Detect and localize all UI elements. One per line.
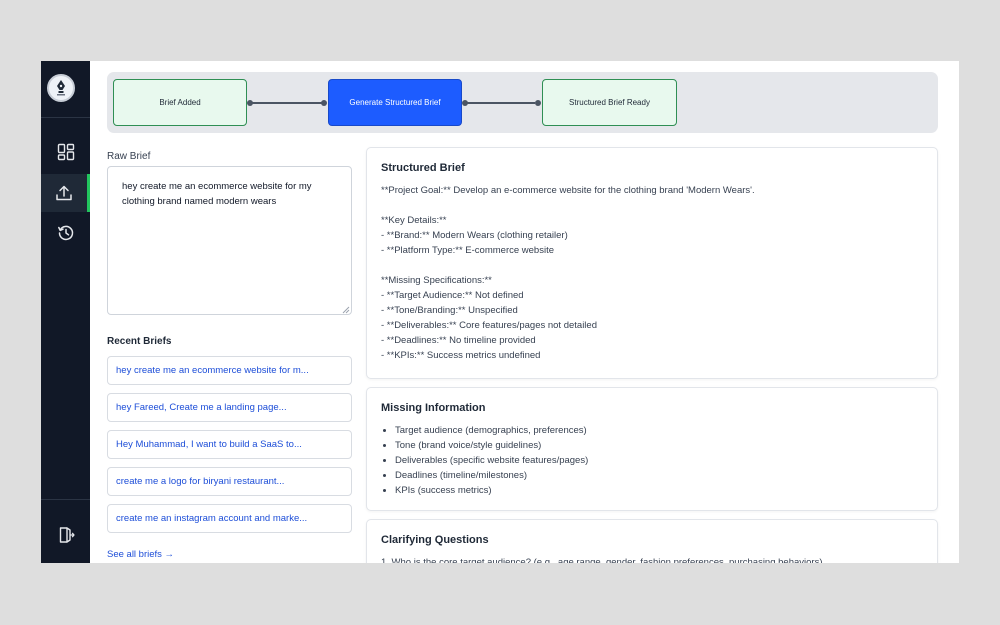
workflow-connector-dot <box>321 100 327 106</box>
sidebar-divider <box>41 117 90 118</box>
sidebar-item-upload[interactable] <box>41 174 90 212</box>
missing-information-card: Missing Information Target audience (dem… <box>366 387 938 511</box>
list-item: KPIs (success metrics) <box>395 483 923 498</box>
recent-brief-item[interactable]: Hey Muhammad, I want to build a SaaS to.… <box>107 430 352 459</box>
recent-brief-item[interactable]: hey Fareed, Create me a landing page... <box>107 393 352 422</box>
structured-brief-title: Structured Brief <box>381 162 465 174</box>
workflow-connector <box>465 102 535 104</box>
workflow-connector-dot <box>535 100 541 106</box>
recent-brief-item[interactable]: create me a logo for biryani restaurant.… <box>107 467 352 496</box>
see-all-briefs-link[interactable]: See all briefs → <box>107 549 174 560</box>
sidebar-divider <box>41 499 90 500</box>
list-item: Target audience (demographics, preferenc… <box>395 423 923 438</box>
structured-brief-line: - **Deliverables:** Core features/pages … <box>381 320 597 331</box>
structured-brief-line: - **Deadlines:** No timeline provided <box>381 335 536 346</box>
upload-icon <box>56 185 72 201</box>
structured-brief-line: **Project Goal:** Develop an e-commerce … <box>381 185 755 196</box>
logout-button[interactable] <box>41 516 90 554</box>
workflow-node-brief-added[interactable]: Brief Added <box>113 79 247 126</box>
structured-brief-line: **Key Details:** <box>381 215 447 226</box>
recent-briefs-title: Recent Briefs <box>107 336 172 347</box>
list-item: Deadlines (timeline/milestones) <box>395 468 923 483</box>
recent-brief-item[interactable]: create me an instagram account and marke… <box>107 504 352 533</box>
structured-brief-card: Structured Brief **Project Goal:** Devel… <box>366 147 938 379</box>
structured-brief-line: **Missing Specifications:** <box>381 275 492 286</box>
structured-brief-line: - **Brand:** Modern Wears (clothing reta… <box>381 230 568 241</box>
structured-brief-body: **Project Goal:** Develop an e-commerce … <box>381 183 923 363</box>
list-item: Deliverables (specific website features/… <box>395 453 923 468</box>
structured-brief-line: - **Tone/Branding:** Unspecified <box>381 305 518 316</box>
structured-brief-spacer <box>381 258 923 273</box>
sidebar-item-dashboard[interactable] <box>41 133 90 171</box>
structured-brief-line: - **Target Audience:** Not defined <box>381 290 524 301</box>
history-icon <box>57 225 73 241</box>
missing-information-list: Target audience (demographics, preferenc… <box>381 423 923 498</box>
workflow-node-structured-brief-ready[interactable]: Structured Brief Ready <box>542 79 677 126</box>
clarifying-question-item: 1. Who is the core target audience? (e.g… <box>381 557 823 563</box>
sidebar <box>41 61 90 563</box>
recent-brief-item[interactable]: hey create me an ecommerce website for m… <box>107 356 352 385</box>
list-item: Tone (brand voice/style guidelines) <box>395 438 923 453</box>
workflow-pipeline: Brief Added Generate Structured Brief St… <box>107 72 938 133</box>
dashboard-grid-icon <box>57 143 74 161</box>
app-window: Brief Added Generate Structured Brief St… <box>41 61 959 563</box>
raw-brief-textarea[interactable]: hey create me an ecommerce website for m… <box>107 166 352 315</box>
workflow-connector <box>250 102 322 104</box>
workflow-node-generate-structured-brief[interactable]: Generate Structured Brief <box>328 79 462 126</box>
logout-icon <box>59 527 75 543</box>
fountain-pen-logo-icon[interactable] <box>47 74 75 102</box>
structured-brief-spacer <box>381 198 923 213</box>
missing-information-title: Missing Information <box>381 402 486 414</box>
sidebar-item-history[interactable] <box>41 214 90 252</box>
clarifying-questions-title: Clarifying Questions <box>381 534 489 546</box>
structured-brief-line: - **KPIs:** Success metrics undefined <box>381 350 541 361</box>
structured-brief-line: - **Platform Type:** E-commerce website <box>381 245 554 256</box>
clarifying-questions-card: Clarifying Questions 1. Who is the core … <box>366 519 938 563</box>
raw-brief-label: Raw Brief <box>107 151 151 162</box>
